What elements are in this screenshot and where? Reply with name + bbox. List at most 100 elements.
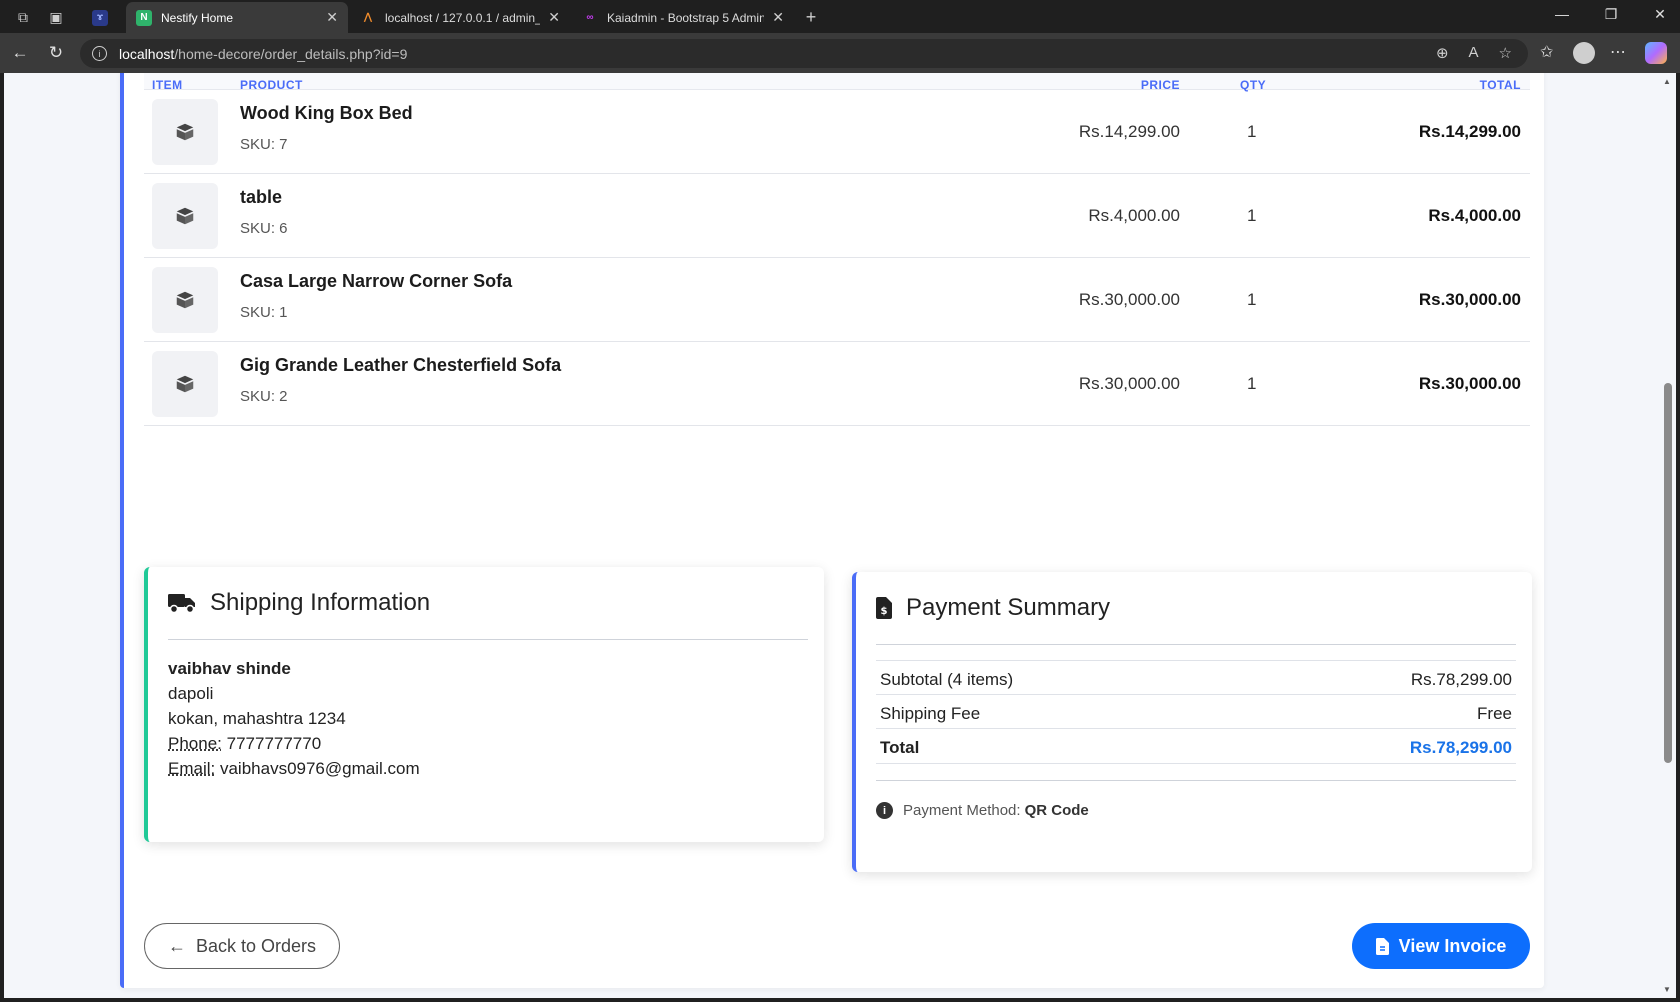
table-row: Casa Large Narrow Corner Sofa SKU: 1 Rs.… <box>144 258 1530 342</box>
product-price: Rs.30,000.00 <box>1078 290 1180 309</box>
close-tab-icon[interactable]: ✕ <box>326 9 338 26</box>
product-sku: SKU: 6 <box>240 220 288 237</box>
product-price: Rs.14,299.00 <box>1078 122 1180 141</box>
close-tab-icon[interactable]: ✕ <box>548 9 560 26</box>
tab-actions-icon[interactable]: ▣ <box>45 6 67 28</box>
product-qty: 1 <box>1247 290 1257 309</box>
tab-title: Nestify Home <box>161 10 234 25</box>
close-window-icon[interactable]: ✕ <box>1645 6 1675 23</box>
subtotal-value: Rs.78,299.00 <box>1410 670 1512 689</box>
more-menu-icon[interactable]: ⋯ <box>1610 42 1626 62</box>
view-invoice-label: View Invoice <box>1398 935 1507 956</box>
profile-avatar[interactable] <box>1573 42 1595 64</box>
tab-nestify-home[interactable]: N Nestify Home ✕ <box>126 2 348 33</box>
browser-address-bar: ← ↻ i localhost/home-decore/order_detail… <box>0 33 1680 73</box>
site-info-icon[interactable]: i <box>92 46 107 61</box>
product-qty: 1 <box>1247 206 1257 225</box>
email-label: Email: <box>168 759 216 778</box>
box-icon <box>176 291 194 309</box>
phone-value: 7777777770 <box>226 734 322 753</box>
product-sku: SKU: 7 <box>240 136 288 153</box>
total-value: Rs.78,299.00 <box>1409 738 1512 757</box>
tab-phpmyadmin[interactable]: ⋀ localhost / 127.0.0.1 / admin_hom ✕ <box>350 2 570 33</box>
new-tab-icon[interactable]: + <box>800 6 822 28</box>
scroll-up-icon[interactable]: ▲ <box>1663 77 1671 86</box>
zoom-icon[interactable]: ⊕ <box>1436 44 1449 62</box>
page-scrollbar[interactable]: ▲ ▼ <box>1660 73 1676 998</box>
tab-pinned[interactable]: ɤ <box>82 2 122 33</box>
email-line: Email: vaibhavs0976@gmail.com <box>168 759 420 779</box>
table-row: Wood King Box Bed SKU: 7 Rs.14,299.00 1 … <box>144 90 1530 174</box>
order-details-card: ITEM PRODUCT PRICE QTY TOTAL Wood King B… <box>120 73 1544 988</box>
pinned-tab-favicon: ɤ <box>92 9 108 26</box>
minimize-icon[interactable]: — <box>1547 6 1577 22</box>
close-tab-icon[interactable]: ✕ <box>772 9 784 26</box>
tab-kaiadmin[interactable]: ∞ Kaiadmin - Bootstrap 5 Admin Da ✕ <box>572 2 794 33</box>
favorites-icon[interactable]: ✩ <box>1540 42 1553 62</box>
shipping-fee-label: Shipping Fee <box>880 704 981 723</box>
product-thumbnail <box>152 99 218 165</box>
workspaces-icon[interactable]: ⧉ <box>12 6 34 28</box>
product-total: Rs.4,000.00 <box>1428 206 1521 225</box>
url-field[interactable]: i localhost/home-decore/order_details.ph… <box>80 39 1528 68</box>
table-row: Gig Grande Leather Chesterfield Sofa SKU… <box>144 342 1530 426</box>
favorite-star-icon[interactable]: ☆ <box>1499 44 1512 62</box>
phone-line: Phone: 7777777770 <box>168 734 321 754</box>
box-icon <box>176 375 194 393</box>
box-icon <box>176 207 194 225</box>
product-total: Rs.14,299.00 <box>1418 122 1521 141</box>
total-row: Total Rs.78,299.00 <box>876 728 1516 764</box>
file-invoice-icon <box>1375 937 1389 955</box>
phone-label: Phone: <box>168 734 222 753</box>
truck-icon <box>168 594 195 614</box>
shipping-fee-value: Free <box>1477 704 1512 723</box>
email-value: vaibhavs0976@gmail.com <box>219 759 420 778</box>
payment-title-text: Payment Summary <box>906 594 1111 621</box>
svg-text:$: $ <box>881 606 888 617</box>
address-line-2: kokan, mahashtra 1234 <box>168 709 346 728</box>
scrollbar-thumb[interactable] <box>1664 383 1672 763</box>
url-path: /home-decore/order_details.php?id=9 <box>174 45 408 62</box>
refresh-icon[interactable]: ↻ <box>44 42 68 64</box>
table-row: table SKU: 6 Rs.4,000.00 1 Rs.4,000.00 <box>144 174 1530 258</box>
back-to-orders-label: Back to Orders <box>195 935 317 956</box>
product-name: Gig Grande Leather Chesterfield Sofa <box>240 355 562 375</box>
shipping-information-box: Shipping Information vaibhav shinde dapo… <box>144 567 824 842</box>
table-header: ITEM PRODUCT PRICE QTY TOTAL <box>144 73 1530 92</box>
divider <box>876 780 1516 781</box>
product-total: Rs.30,000.00 <box>1418 374 1521 393</box>
page-viewport: ITEM PRODUCT PRICE QTY TOTAL Wood King B… <box>4 73 1660 998</box>
payment-title: $ Payment Summary <box>876 594 1110 622</box>
customer-name: vaibhav shinde <box>168 659 291 678</box>
product-sku: SKU: 2 <box>240 388 288 405</box>
address-line-1: dapoli <box>168 684 214 703</box>
product-name: Wood King Box Bed <box>240 103 413 123</box>
restore-icon[interactable]: ❐ <box>1596 6 1626 23</box>
tab-title: localhost / 127.0.0.1 / admin_hom <box>385 10 540 25</box>
url-host: localhost <box>119 45 175 62</box>
product-qty: 1 <box>1247 122 1257 141</box>
kaiadmin-favicon: ∞ <box>586 12 594 23</box>
invoice-dollar-icon: $ <box>876 597 892 619</box>
shipping-title-text: Shipping Information <box>210 589 431 616</box>
view-invoice-button[interactable]: View Invoice <box>1352 923 1530 969</box>
total-label: Total <box>880 738 920 757</box>
product-qty: 1 <box>1247 374 1257 393</box>
scroll-down-icon[interactable]: ▼ <box>1663 985 1671 994</box>
product-price: Rs.30,000.00 <box>1078 374 1180 393</box>
subtotal-row: Subtotal (4 items) Rs.78,299.00 <box>876 660 1516 696</box>
product-thumbnail <box>152 267 218 333</box>
box-icon <box>176 123 194 141</box>
shipping-fee-row: Shipping Fee Free <box>876 694 1516 730</box>
info-icon: i <box>876 802 893 819</box>
read-aloud-icon[interactable]: A <box>1469 44 1479 62</box>
payment-method-value: QR Code <box>1024 802 1089 819</box>
copilot-icon[interactable] <box>1645 42 1667 64</box>
back-icon[interactable]: ← <box>8 42 32 64</box>
nestify-favicon: N <box>136 9 152 26</box>
back-to-orders-button[interactable]: ← Back to Orders <box>144 923 340 969</box>
product-name: Casa Large Narrow Corner Sofa <box>240 271 513 291</box>
subtotal-label: Subtotal (4 items) <box>880 670 1014 689</box>
phpmyadmin-favicon: ⋀ <box>363 12 373 23</box>
divider <box>876 644 1516 645</box>
